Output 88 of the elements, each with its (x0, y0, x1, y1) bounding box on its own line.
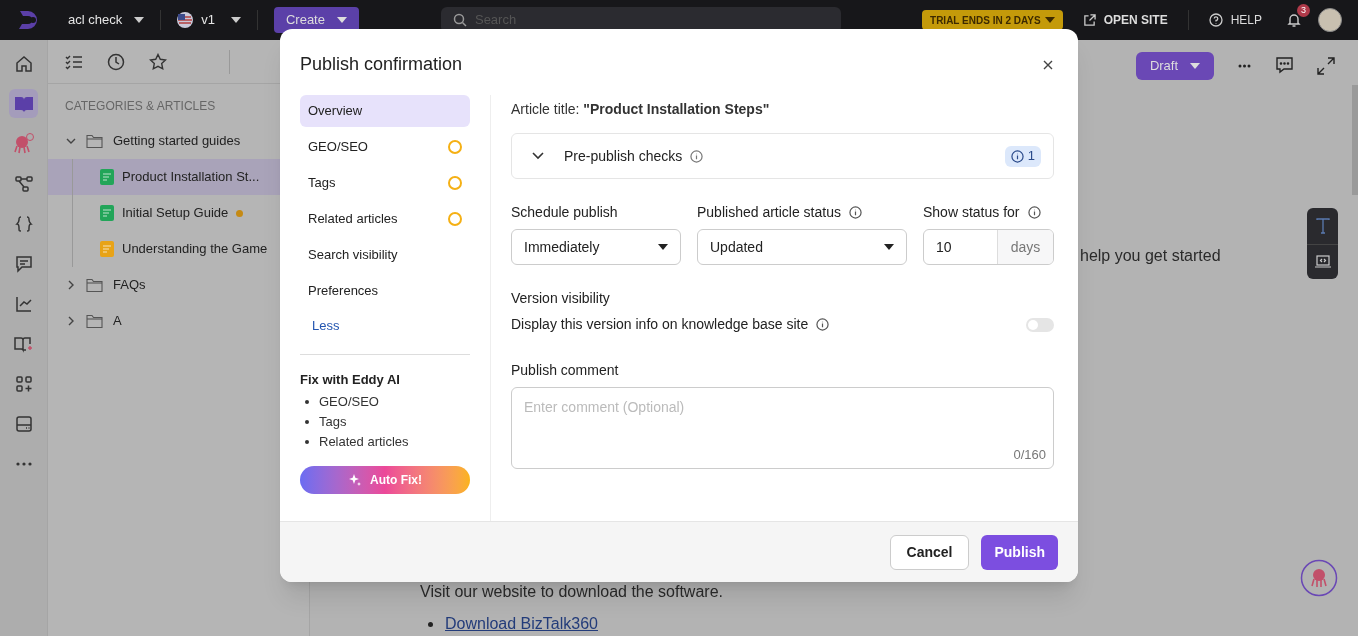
download-link[interactable]: Download BizTalk360 (445, 612, 598, 636)
checklist-icon[interactable] (65, 53, 83, 70)
more-icon[interactable] (15, 461, 32, 466)
open-site-link[interactable]: OPEN SITE (1082, 11, 1168, 29)
folder-label[interactable]: Getting started guides (113, 131, 241, 151)
avatar[interactable] (1318, 8, 1342, 32)
toggle-description: Display this version info on knowledge base site (511, 315, 809, 334)
schedule-dropdown[interactable]: Immediately (511, 229, 681, 265)
workflow-icon[interactable] (14, 174, 33, 193)
checks-label: Pre-publish checks (564, 146, 683, 166)
external-link-icon (1082, 13, 1096, 27)
folder-icon (86, 134, 103, 148)
chevron-down-icon[interactable] (532, 152, 544, 160)
fix-item: Tags (319, 413, 347, 431)
expand-icon[interactable] (1317, 57, 1335, 75)
close-icon (1043, 59, 1053, 70)
fix-item: Related articles (319, 433, 409, 451)
character-counter: 0/160 (1013, 445, 1046, 464)
fix-heading: Fix with Eddy AI (300, 370, 401, 389)
book-sparkle-icon[interactable] (13, 334, 34, 353)
info-icon (1010, 149, 1024, 163)
status-select[interactable]: Updated (697, 229, 907, 265)
help-icon (1208, 13, 1223, 27)
info-icon (848, 206, 862, 219)
sparkle-icon (348, 473, 362, 487)
body-text: Visit our website to download the software. (420, 584, 723, 600)
bell-icon[interactable] (1286, 12, 1302, 28)
field-label: Schedule publish (511, 203, 618, 222)
folder-icon (86, 278, 103, 292)
folder-label[interactable]: A (113, 311, 122, 331)
article-title: Article title: "Product Installation Steps" (511, 100, 770, 119)
dialog-title: Publish confirmation (300, 53, 463, 76)
field-label: Published article status (697, 203, 841, 222)
section-title: Version visibility (511, 289, 610, 308)
clock-icon[interactable] (107, 52, 125, 71)
more-icon[interactable] (1238, 64, 1251, 68)
bullet-icon (305, 420, 309, 424)
visibility-toggle[interactable] (1026, 317, 1054, 332)
folder-label[interactable]: FAQs (113, 275, 146, 295)
rail-item[interactable] (9, 89, 38, 118)
chat-icon[interactable] (14, 254, 33, 273)
flag-icon (177, 12, 194, 28)
star-icon[interactable] (149, 52, 167, 71)
info-icon (690, 149, 704, 163)
chevron-right-icon[interactable] (66, 280, 76, 290)
field-label: Publish comment (511, 361, 619, 380)
project-dropdown[interactable]: acl check (68, 10, 145, 30)
publish-button[interactable]: Publish (981, 534, 1058, 570)
home-icon[interactable] (14, 54, 33, 73)
info-icon (816, 318, 830, 331)
fix-item: GEO/SEO (319, 393, 379, 411)
octopus-button-icon[interactable] (1300, 559, 1338, 597)
apps-icon[interactable] (14, 374, 33, 393)
code-laptop-icon[interactable] (1314, 255, 1331, 269)
search-icon (452, 13, 467, 27)
help-link[interactable]: HELP (1208, 11, 1262, 29)
field-label: Show status for (923, 203, 1020, 222)
caret-icon (1190, 63, 1201, 69)
caret-icon (658, 244, 668, 250)
comment-icon[interactable] (1276, 57, 1293, 74)
unit-label: days (997, 230, 1053, 264)
modal-nav-item[interactable]: Overview (300, 95, 470, 127)
body-text: help you get started (1080, 246, 1221, 266)
less-link[interactable]: Less (312, 316, 340, 336)
bullet-icon (305, 400, 309, 404)
info-icon (1027, 206, 1041, 219)
caret-icon (1044, 17, 1055, 23)
panel-icon[interactable] (14, 414, 33, 433)
bullet-icon (305, 440, 309, 444)
book-icon[interactable] (13, 94, 34, 113)
notification-count: 3 (1297, 4, 1310, 17)
caret-icon (336, 17, 347, 23)
section-heading: CATEGORIES & ARTICLES (64, 98, 216, 115)
modal-nav-item[interactable]: Preferences (300, 275, 470, 307)
chevron-right-icon[interactable] (66, 316, 76, 326)
braces-icon[interactable] (14, 214, 33, 233)
cancel-button[interactable]: Cancel (889, 534, 970, 570)
caret-icon (134, 17, 145, 23)
status-dropdown[interactable]: Draft (1136, 52, 1214, 80)
caret-icon (884, 244, 894, 250)
caret-icon (230, 17, 241, 23)
checks-count-badge: 1 (1004, 145, 1041, 167)
text-format-icon[interactable] (1315, 218, 1330, 234)
version-dropdown[interactable]: v1 (177, 10, 241, 30)
folder-icon (86, 314, 103, 328)
analytics-icon[interactable] (14, 294, 33, 313)
duration-field[interactable]: 10 days (923, 229, 1054, 265)
trial-badge[interactable]: TRIAL ENDS IN 2 DAYS (922, 10, 1063, 30)
